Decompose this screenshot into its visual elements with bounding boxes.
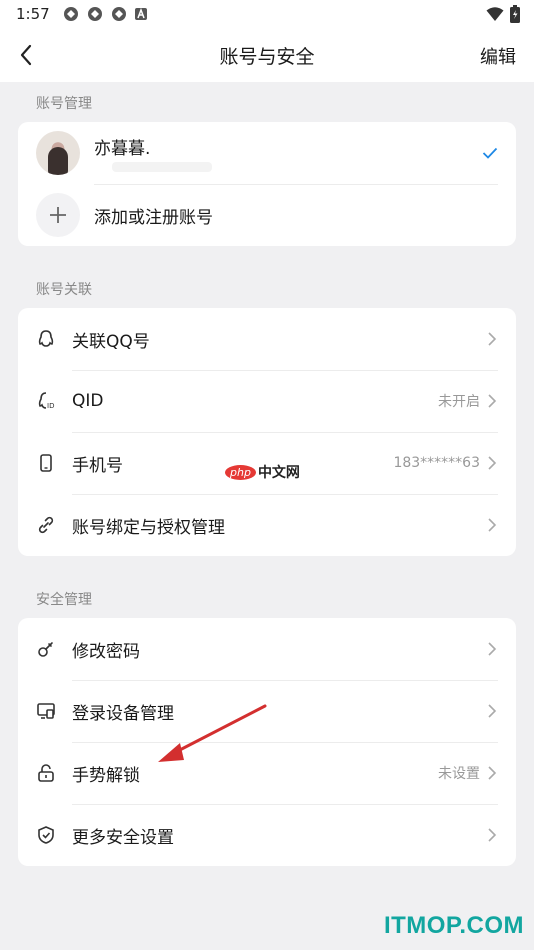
login-devices-label: 登录设备管理	[72, 703, 174, 724]
section-label-security: 安全管理	[36, 592, 92, 608]
qid-icon: ID	[36, 391, 56, 411]
link-icon	[36, 515, 56, 535]
chevron-right-icon	[488, 828, 497, 842]
page-title: 账号与安全	[219, 45, 315, 68]
chevron-right-icon	[488, 394, 497, 408]
binding-auth-row[interactable]: 账号绑定与授权管理	[18, 494, 516, 556]
avatar	[36, 131, 80, 175]
account-id-blurred	[112, 162, 212, 172]
add-icon	[36, 193, 80, 237]
battery-icon	[510, 5, 520, 23]
chevron-right-icon	[488, 704, 497, 718]
status-notification-icons	[62, 5, 148, 23]
key-icon	[36, 639, 56, 659]
qid-row[interactable]: ID QID 未开启	[18, 370, 516, 432]
back-arrow-icon[interactable]	[14, 41, 42, 69]
change-password-label: 修改密码	[72, 641, 140, 662]
brand-watermark: ITMOP.COM	[383, 912, 524, 939]
a-notification-icon	[134, 7, 147, 20]
link-qq-row[interactable]: 关联QQ号	[18, 308, 516, 370]
annotation-arrow	[158, 704, 267, 762]
link-qq-label: 关联QQ号	[72, 331, 150, 352]
lock-icon	[36, 763, 56, 783]
chevron-right-icon	[488, 518, 497, 532]
wifi-icon	[486, 7, 504, 21]
account-name: 亦暮暮.	[94, 138, 151, 159]
qid-status: 未开启	[438, 394, 480, 410]
shield-icon	[36, 825, 56, 845]
php-watermark-text: 中文网	[257, 465, 300, 481]
more-security-label: 更多安全设置	[72, 827, 174, 848]
section-label-account-link: 账号关联	[36, 282, 92, 298]
navigation-bar: 账号与安全 编辑	[0, 28, 534, 82]
php-logo: php	[225, 464, 256, 480]
gesture-unlock-status: 未设置	[438, 766, 480, 782]
devices-icon	[36, 701, 56, 721]
chevron-right-icon	[488, 642, 497, 656]
status-system-icons	[486, 5, 520, 23]
add-account-label: 添加或注册账号	[94, 207, 213, 228]
current-account-row[interactable]: 亦暮暮.	[18, 122, 516, 184]
svg-text:ID: ID	[47, 402, 54, 410]
app-notification-icon	[111, 7, 126, 21]
more-security-row[interactable]: 更多安全设置	[18, 804, 516, 866]
edit-button[interactable]: 编辑	[480, 43, 516, 69]
chevron-right-icon	[488, 766, 497, 780]
account-link-card: 关联QQ号 ID QID 未开启 手机号 183******63 账号绑定与授权…	[18, 308, 516, 556]
section-label-account-mgmt: 账号管理	[36, 96, 92, 112]
chevron-right-icon	[488, 456, 497, 470]
phone-number: 183******63	[393, 455, 480, 471]
change-password-row[interactable]: 修改密码	[18, 618, 516, 680]
app-notification-icon	[87, 7, 102, 21]
chevron-right-icon	[488, 332, 497, 346]
plus-icon	[50, 207, 66, 223]
php-watermark: php 中文网	[225, 462, 300, 482]
binding-auth-label: 账号绑定与授权管理	[72, 517, 225, 538]
status-bar: 1:57	[0, 0, 534, 28]
app-notification-icon	[63, 7, 78, 21]
checkmark-icon	[482, 147, 498, 159]
account-card: 亦暮暮. 添加或注册账号	[18, 122, 516, 246]
add-account-row[interactable]: 添加或注册账号	[18, 184, 516, 246]
qq-icon	[36, 329, 56, 349]
phone-icon	[36, 453, 56, 473]
status-time: 1:57	[16, 5, 50, 23]
qid-label: QID	[72, 391, 104, 411]
